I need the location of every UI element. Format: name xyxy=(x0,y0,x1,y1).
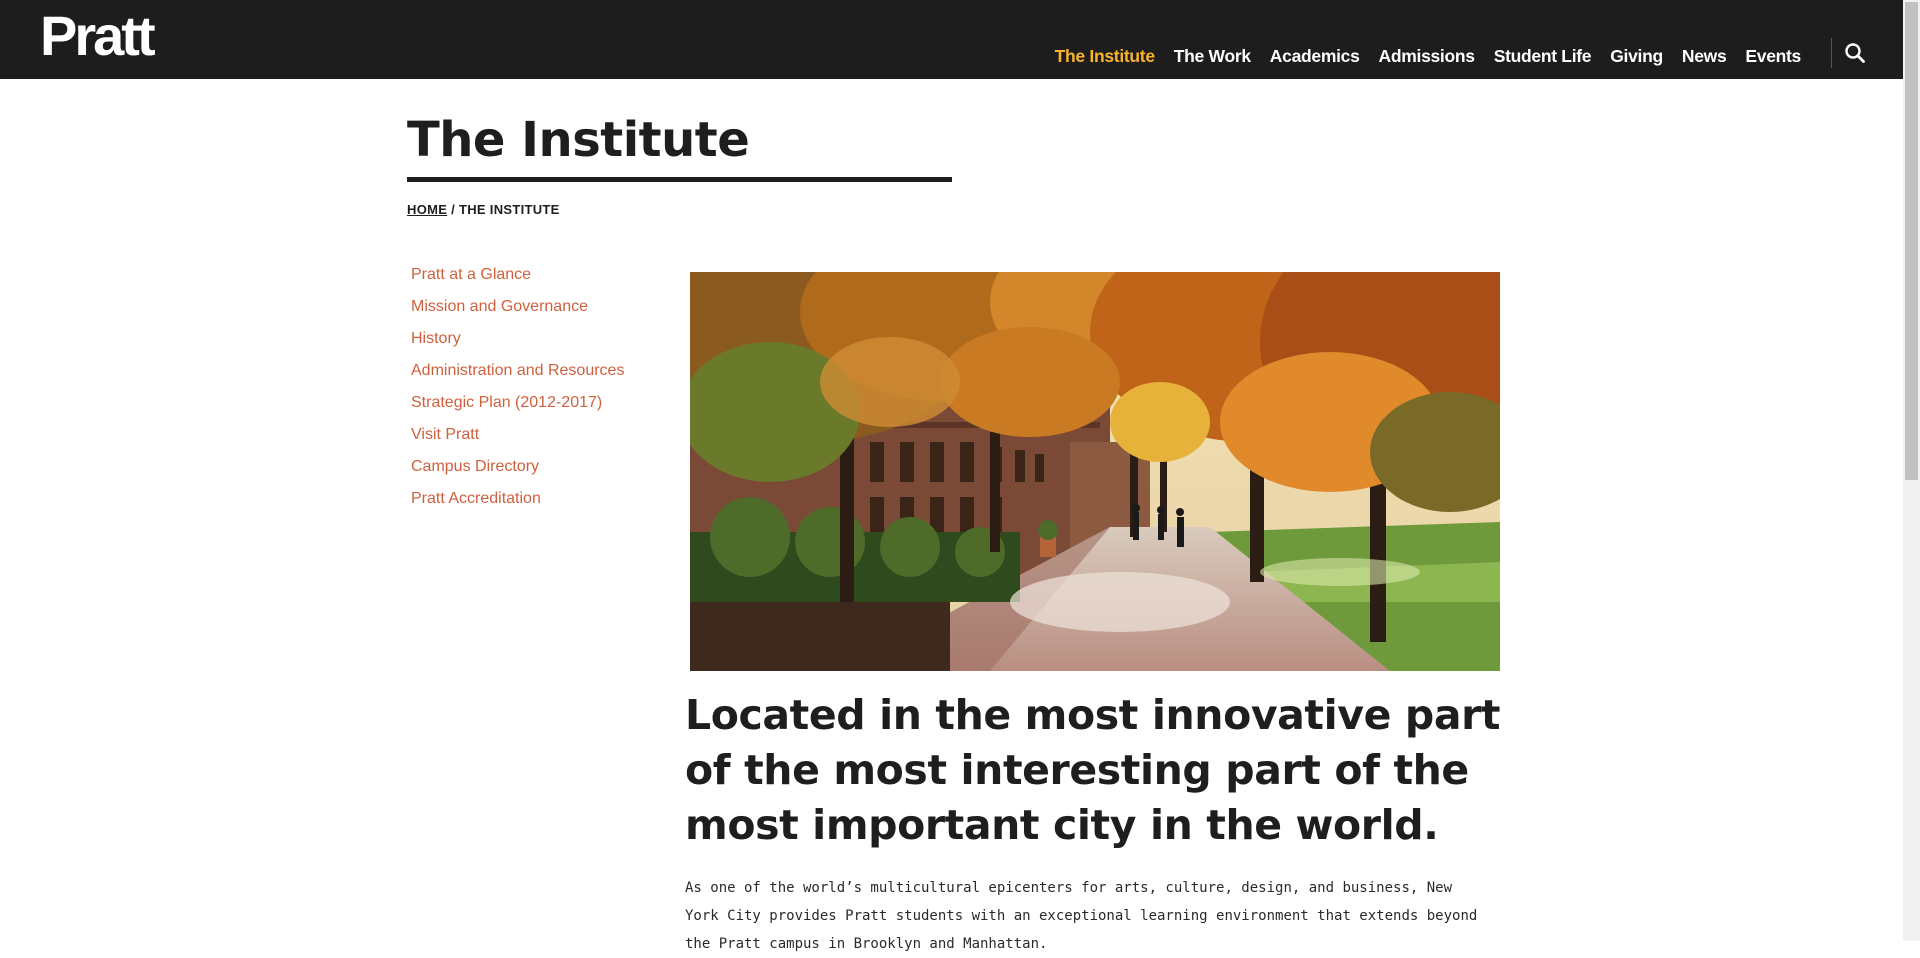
search-icon xyxy=(1845,43,1865,63)
nav-item-academics[interactable]: Academics xyxy=(1270,46,1360,67)
sidebar-link-administration-and-resources[interactable]: Administration and Resources xyxy=(411,362,624,379)
nav-item-the-institute[interactable]: The Institute xyxy=(1055,46,1155,67)
nav-item-student-life[interactable]: Student Life xyxy=(1494,46,1592,67)
sidebar-link-strategic-plan[interactable]: Strategic Plan (2012-2017) xyxy=(411,394,602,411)
nav-item-the-work[interactable]: The Work xyxy=(1174,46,1251,67)
nav-item-events[interactable]: Events xyxy=(1745,46,1801,67)
breadcrumb-separator: / xyxy=(451,202,456,217)
sidebar-item: Pratt Accreditation xyxy=(411,487,671,519)
hero-image-campus-walkway xyxy=(690,272,1500,671)
sidebar-link-history[interactable]: History xyxy=(411,330,461,347)
sidebar-link-pratt-at-a-glance[interactable]: Pratt at a Glance xyxy=(411,266,531,283)
sidebar-item: Strategic Plan (2012-2017) xyxy=(411,391,671,423)
intro-paragraph: As one of the world’s multicultural epic… xyxy=(685,880,1478,952)
nav-divider xyxy=(1831,38,1832,68)
campus-photo-illustration xyxy=(690,272,1500,671)
nav-item-giving[interactable]: Giving xyxy=(1610,46,1663,67)
sidebar-item: Administration and Resources xyxy=(411,359,671,391)
sidebar-link-mission-and-governance[interactable]: Mission and Governance xyxy=(411,298,588,315)
sidebar-item: History xyxy=(411,327,671,359)
section-sidebar-nav: Pratt at a Glance Mission and Governance… xyxy=(411,263,671,519)
breadcrumb-home-link[interactable]: HOME xyxy=(407,202,447,217)
breadcrumb-current: THE INSTITUTE xyxy=(458,202,560,217)
title-underline xyxy=(407,177,952,182)
breadcrumb: HOME / THE INSTITUTE xyxy=(407,202,560,217)
sidebar-link-pratt-accreditation[interactable]: Pratt Accreditation xyxy=(411,490,541,507)
sidebar-link-campus-directory[interactable]: Campus Directory xyxy=(411,458,539,475)
sidebar-link-visit-pratt[interactable]: Visit Pratt xyxy=(411,426,479,443)
main-nav: The Institute The Work Academics Admissi… xyxy=(1055,44,1802,68)
nav-item-admissions[interactable]: Admissions xyxy=(1379,46,1476,67)
site-header: Pratt The Institute The Work Academics A… xyxy=(0,0,1903,79)
pratt-logo[interactable]: Pratt xyxy=(40,6,156,66)
page-scrollbar-thumb[interactable] xyxy=(1905,2,1918,480)
nav-item-news[interactable]: News xyxy=(1682,46,1727,67)
sidebar-item: Mission and Governance xyxy=(411,295,671,327)
sidebar-item: Visit Pratt xyxy=(411,423,671,455)
sidebar-item: Pratt at a Glance xyxy=(411,263,671,295)
page-title: The Institute xyxy=(407,112,750,168)
sidebar-item: Campus Directory xyxy=(411,455,671,487)
search-button[interactable] xyxy=(1844,42,1866,64)
lead-headline: Located in the most innovative part of t… xyxy=(685,691,1501,849)
